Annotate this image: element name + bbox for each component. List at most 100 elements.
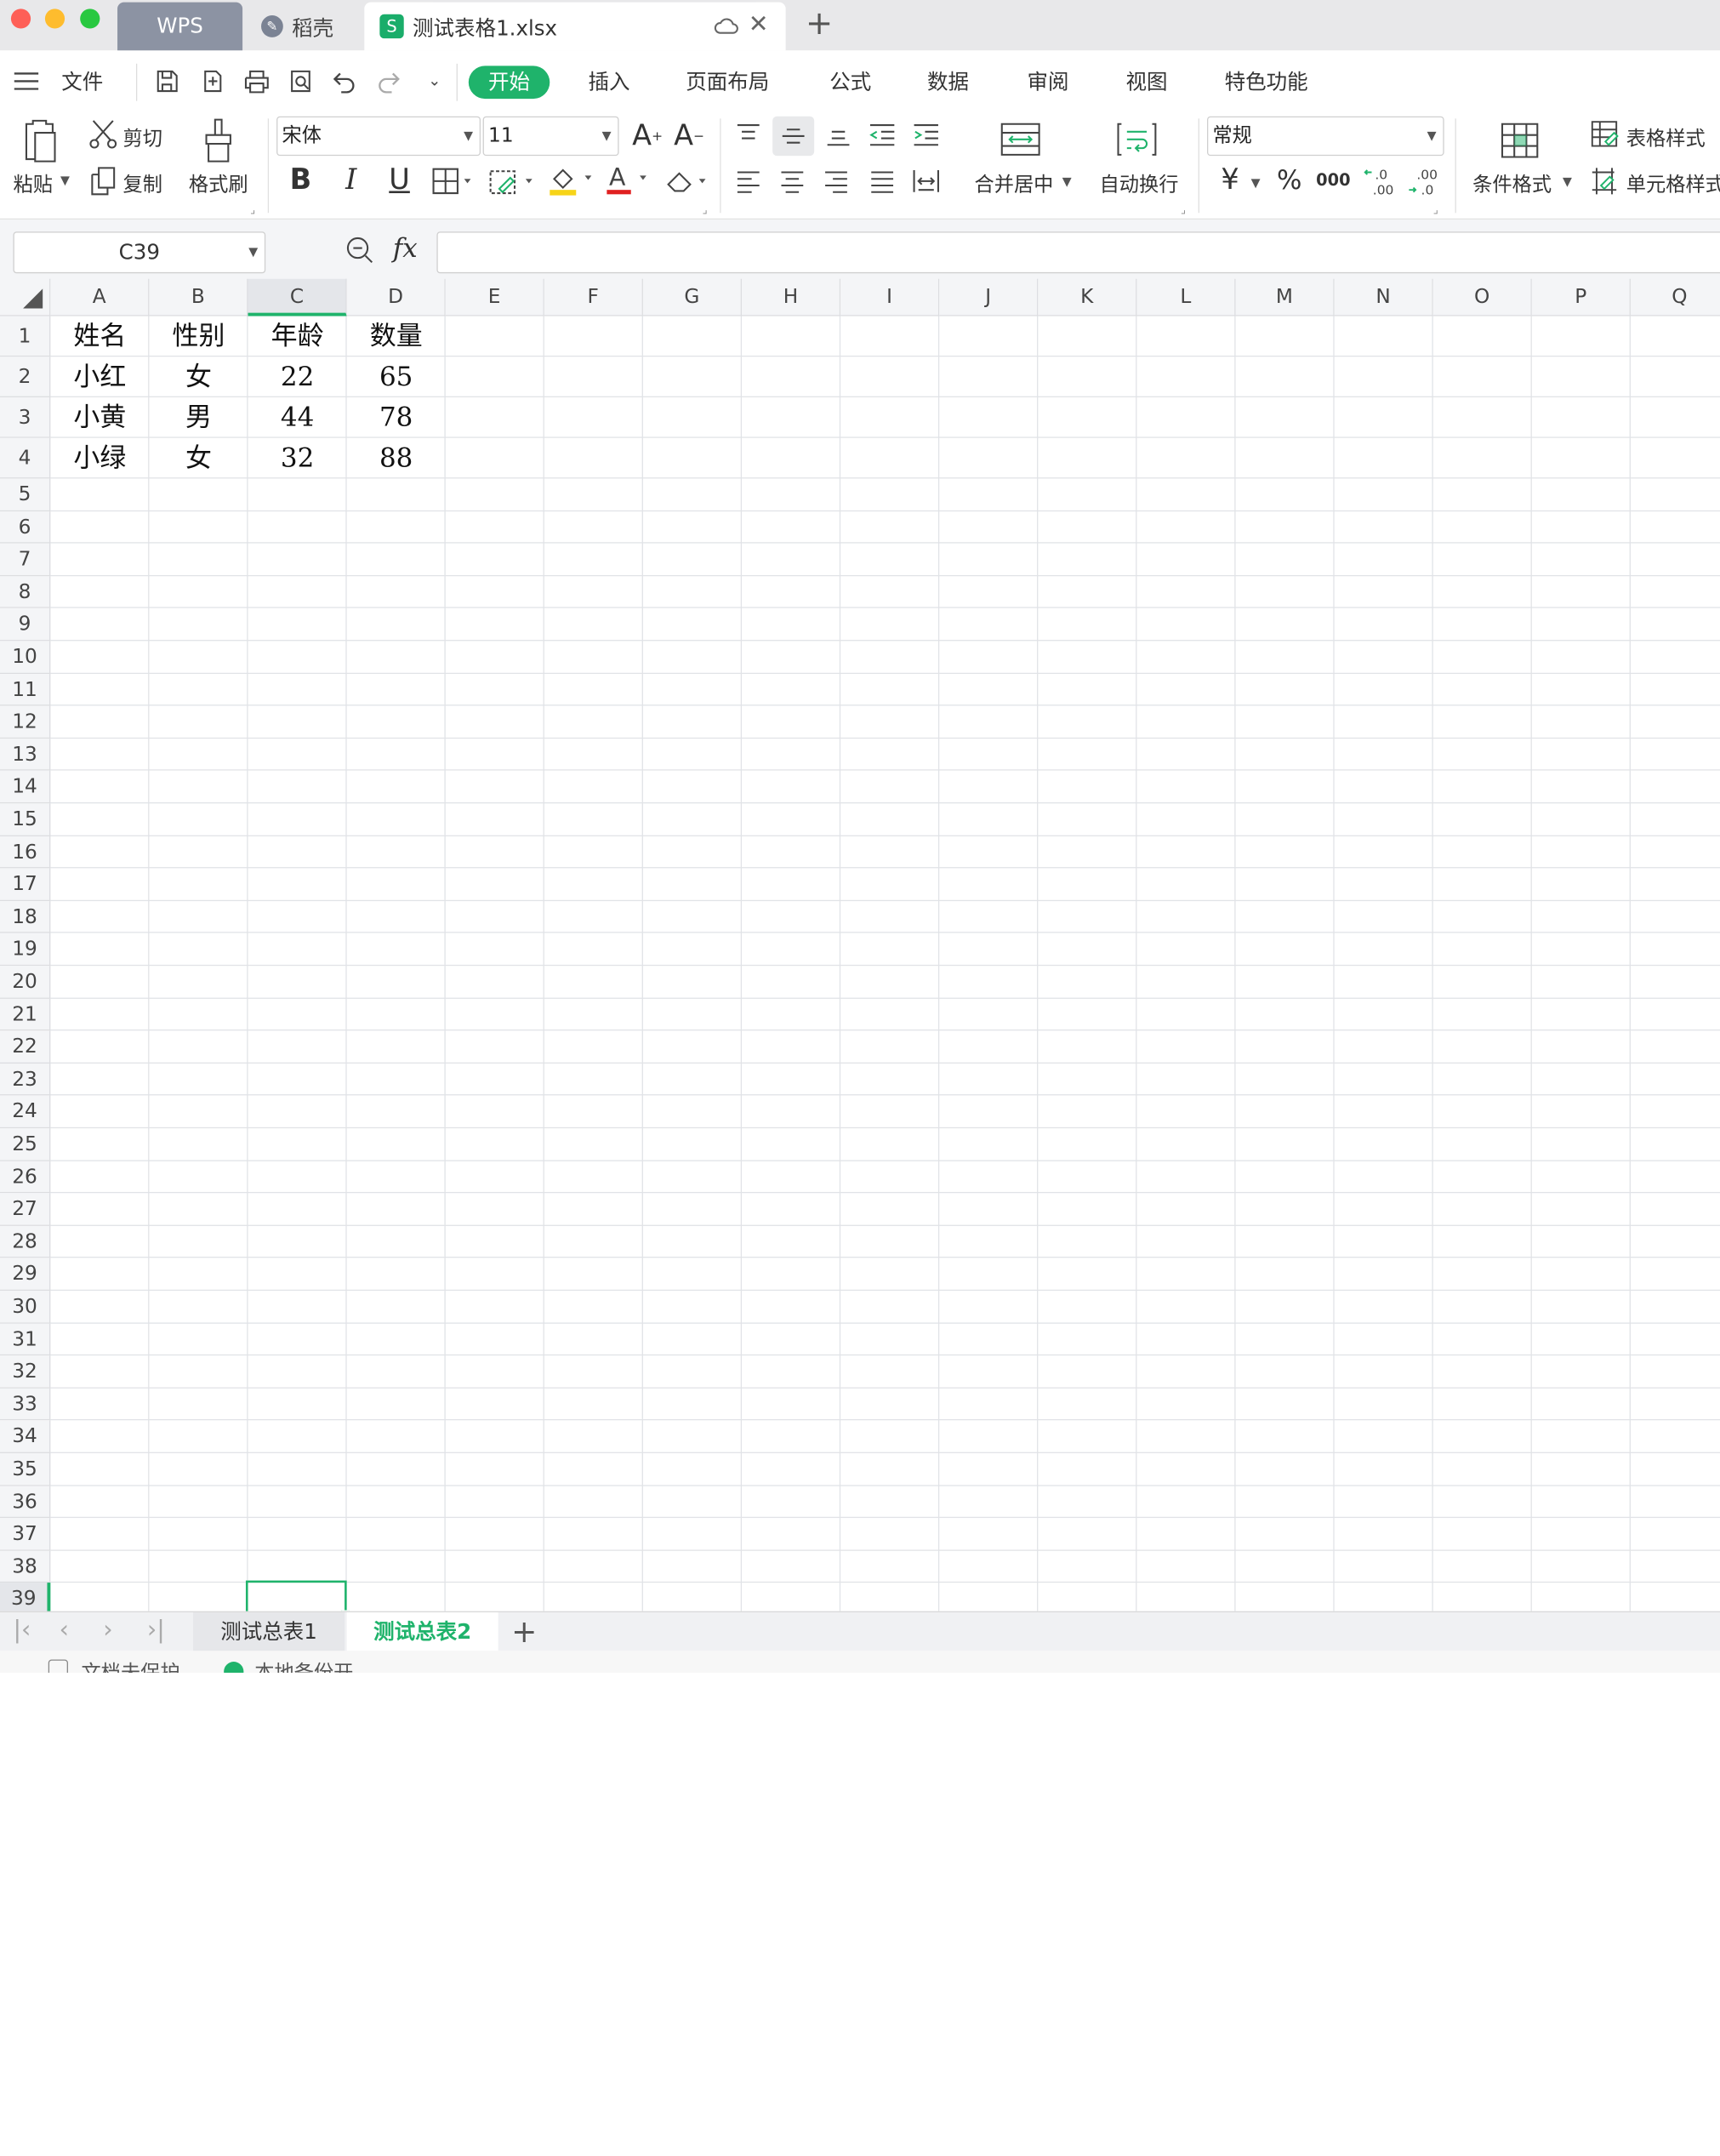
name-box[interactable]: C39 ▼ (13, 231, 266, 274)
active-cell-outline[interactable] (245, 1581, 350, 1611)
row-header-33[interactable]: 33 (0, 1388, 51, 1421)
previous-sheet-icon[interactable]: ‹ (60, 1617, 69, 1644)
table-style-icon[interactable] (1589, 118, 1620, 149)
align-bottom-icon[interactable] (821, 118, 856, 151)
row-header-21[interactable]: 21 (0, 998, 51, 1031)
currency-dropdown-icon[interactable]: ▼ (1251, 175, 1261, 190)
row-header-10[interactable]: 10 (0, 641, 51, 674)
cell-b3[interactable]: 男 (149, 397, 248, 438)
tab-daoke[interactable]: ✎ 稻壳 (248, 3, 365, 51)
add-sheet-button[interactable]: + (511, 1612, 537, 1651)
fill-pattern-icon[interactable] (487, 165, 536, 198)
cell-style-icon[interactable] (1589, 165, 1620, 198)
column-header-n[interactable]: N (1334, 278, 1433, 317)
column-header-h[interactable]: H (742, 278, 841, 317)
row-header-26[interactable]: 26 (0, 1161, 51, 1194)
tab-insert[interactable]: 插入 (588, 66, 629, 99)
row-header-20[interactable]: 20 (0, 966, 51, 999)
row-header-27[interactable]: 27 (0, 1193, 51, 1226)
column-header-p[interactable]: P (1531, 278, 1631, 317)
cell-a1[interactable]: 姓名 (50, 317, 149, 357)
bold-button[interactable]: B (285, 163, 316, 197)
font-launcher-icon[interactable]: ⌟ (703, 204, 708, 216)
cell-b4[interactable]: 女 (149, 438, 248, 479)
increase-font-size-icon[interactable]: A + (632, 118, 663, 153)
cell-c2[interactable]: 22 (248, 356, 347, 397)
row-header-3[interactable]: 3 (0, 396, 51, 438)
tab-formulas[interactable]: 公式 (829, 66, 871, 99)
copy-icon[interactable] (88, 165, 118, 198)
percent-format-button[interactable]: % (1273, 163, 1306, 197)
row-header-39[interactable]: 39 (0, 1583, 51, 1611)
minimize-window-button[interactable] (44, 9, 65, 29)
row-header-37[interactable]: 37 (0, 1518, 51, 1551)
justify-icon[interactable] (865, 165, 900, 198)
merge-center-icon[interactable] (999, 121, 1043, 158)
column-header-j[interactable]: J (939, 278, 1039, 317)
wrap-text-icon[interactable] (1115, 121, 1159, 158)
number-format-select[interactable]: 常规 ▼ (1207, 116, 1444, 157)
next-sheet-icon[interactable]: › (103, 1617, 112, 1644)
first-sheet-icon[interactable]: |‹ (13, 1617, 31, 1644)
row-header-23[interactable]: 23 (0, 1063, 51, 1096)
select-all-corner[interactable] (0, 278, 51, 317)
column-header-k[interactable]: K (1038, 278, 1137, 317)
cell-style-button[interactable]: 单元格样式 (1626, 169, 1720, 198)
print-icon[interactable] (242, 66, 272, 96)
column-header-d[interactable]: D (346, 278, 446, 317)
row-header-31[interactable]: 31 (0, 1323, 51, 1356)
backup-status[interactable]: 本地备份开 (254, 1657, 353, 1673)
file-menu[interactable]: 文件 (61, 66, 103, 99)
underline-button[interactable]: U (384, 163, 415, 197)
conditional-format-dropdown-icon[interactable]: ▼ (1563, 174, 1572, 189)
row-header-16[interactable]: 16 (0, 836, 51, 869)
cell-d4[interactable]: 88 (347, 438, 446, 479)
column-header-g[interactable]: G (642, 278, 743, 317)
increase-decimal-icon[interactable]: .0.00 (1361, 165, 1398, 198)
alignment-launcher-icon[interactable]: ⌟ (1181, 204, 1186, 216)
cell-b1[interactable]: 性别 (149, 317, 248, 357)
row-header-12[interactable]: 12 (0, 705, 51, 739)
row-header-5[interactable]: 5 (0, 478, 51, 511)
row-header-25[interactable]: 25 (0, 1128, 51, 1161)
column-header-i[interactable]: I (840, 278, 940, 317)
align-center-icon[interactable] (775, 165, 810, 198)
decrease-font-size-icon[interactable]: A − (674, 118, 704, 153)
column-header-b[interactable]: B (149, 278, 248, 317)
customize-toolbar-icon[interactable]: ⌄ (419, 66, 450, 96)
cell-c1[interactable]: 年龄 (248, 317, 347, 357)
cell-c4[interactable]: 32 (248, 438, 347, 479)
cell-d3[interactable]: 78 (347, 397, 446, 438)
column-header-q[interactable]: Q (1630, 278, 1720, 317)
row-header-4[interactable]: 4 (0, 437, 51, 479)
increase-indent-icon[interactable] (908, 118, 943, 151)
merge-dropdown-icon[interactable]: ▼ (1062, 174, 1072, 189)
cell-b2[interactable]: 女 (149, 356, 248, 397)
tab-home[interactable]: 开始 (468, 66, 550, 100)
clipboard-launcher-icon[interactable]: ⌟ (250, 204, 255, 216)
cell-a3[interactable]: 小黄 (50, 397, 149, 438)
cell-d1[interactable]: 数量 (347, 317, 446, 357)
font-name-select[interactable]: 宋体 ▼ (276, 116, 481, 157)
font-size-select[interactable]: 11 ▼ (482, 116, 619, 157)
column-header-c[interactable]: C (248, 278, 347, 317)
row-header-15[interactable]: 15 (0, 803, 51, 836)
tab-page-layout[interactable]: 页面布局 (686, 66, 769, 99)
tab-data[interactable]: 数据 (927, 66, 969, 99)
protection-status[interactable]: 文档未保护 (81, 1657, 179, 1673)
currency-format-button[interactable]: ¥ (1214, 163, 1247, 197)
number-launcher-icon[interactable]: ⌟ (1433, 204, 1438, 216)
row-header-18[interactable]: 18 (0, 900, 51, 934)
row-header-7[interactable]: 7 (0, 543, 51, 576)
formula-input[interactable] (436, 231, 1720, 274)
align-right-icon[interactable] (818, 165, 853, 198)
copy-button[interactable]: 复制 (122, 169, 162, 198)
column-header-m[interactable]: M (1235, 278, 1335, 317)
spreadsheet-grid[interactable]: A B C D E F G H I J K L M N O P Q 1 2 3 4 5 6 7 8 9 10 11 12 13 14 15 16… (0, 278, 1720, 1611)
thousands-separator-button[interactable]: 000 (1314, 163, 1352, 197)
conditional-format-icon[interactable] (1499, 121, 1541, 160)
row-header-36[interactable]: 36 (0, 1486, 51, 1519)
row-header-28[interactable]: 28 (0, 1225, 51, 1258)
close-window-button[interactable] (10, 9, 31, 29)
row-header-13[interactable]: 13 (0, 738, 51, 772)
